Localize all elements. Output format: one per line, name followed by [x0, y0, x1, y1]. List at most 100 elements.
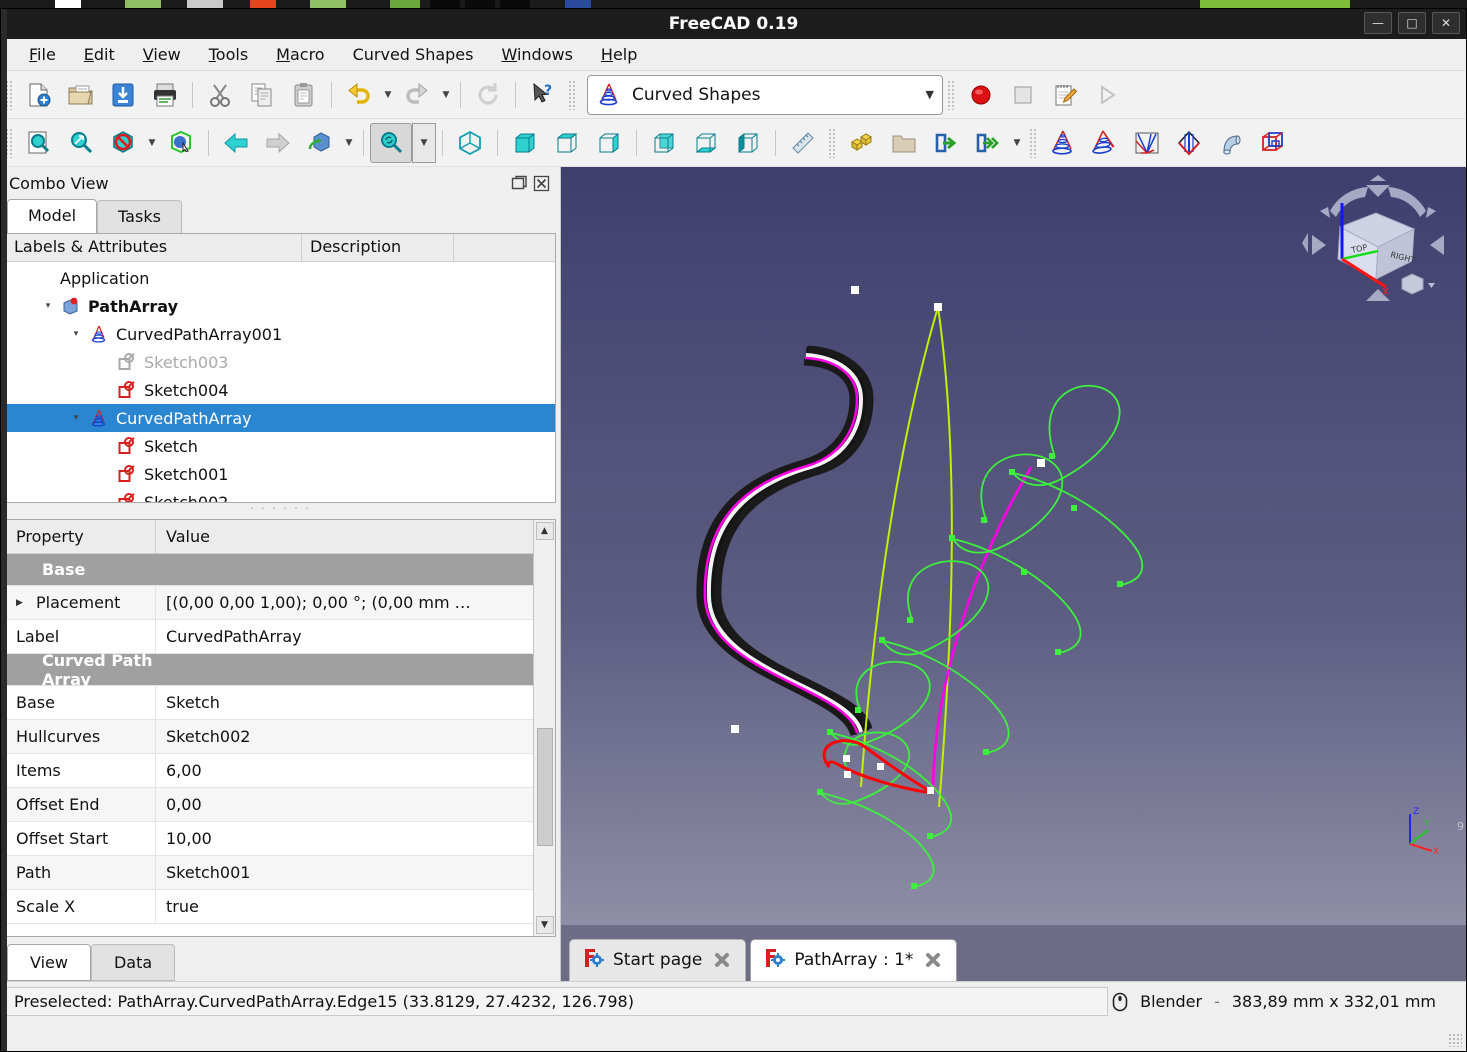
tab-tasks[interactable]: Tasks — [97, 200, 182, 233]
property-value-cell[interactable]: true — [156, 897, 533, 916]
property-row[interactable]: Path Sketch001 — [6, 856, 533, 890]
bottom-view-icon[interactable] — [685, 123, 727, 163]
tree-item-sketch003[interactable]: Sketch003 — [6, 348, 555, 376]
taskbar-item[interactable] — [465, 0, 495, 8]
close-button[interactable]: ✕ — [1432, 12, 1460, 34]
property-header-value[interactable]: Value — [156, 527, 533, 546]
property-row[interactable]: Label CurvedPathArray — [6, 620, 533, 654]
macro-edit-icon[interactable] — [1044, 75, 1086, 115]
menu-windows[interactable]: Windows — [487, 41, 586, 68]
surface-icon[interactable] — [1126, 123, 1168, 163]
front-view-icon[interactable] — [504, 123, 546, 163]
menu-view[interactable]: View — [129, 41, 195, 68]
menu-macro[interactable]: Macro — [262, 41, 338, 68]
zoom-dropdown-arrow[interactable]: ▼ — [412, 122, 436, 163]
tree-item-curvedpatharray[interactable]: ▾ CurvedPathArray — [6, 404, 555, 432]
float-panel-icon[interactable] — [508, 172, 530, 194]
std-view-back-icon[interactable] — [215, 123, 257, 163]
macro-execute-icon[interactable] — [1086, 75, 1128, 115]
maximize-button[interactable]: □ — [1398, 12, 1426, 34]
paste-icon[interactable] — [283, 75, 325, 115]
tree-item-sketch[interactable]: Sketch — [6, 432, 555, 460]
redo-icon[interactable] — [396, 75, 438, 115]
tab-view[interactable]: View — [7, 944, 91, 981]
property-value-cell[interactable]: Sketch002 — [156, 727, 533, 746]
draw-style-dropdown-arrow[interactable]: ▼ — [144, 123, 160, 163]
workbench-selector[interactable]: Curved Shapes ▼ — [587, 74, 943, 115]
property-row[interactable]: Scale X true — [6, 890, 533, 924]
menu-tools[interactable]: Tools — [195, 41, 262, 68]
taskbar-item[interactable] — [55, 0, 81, 8]
taskbar-item[interactable] — [390, 0, 420, 8]
taskbar-item[interactable] — [310, 0, 346, 8]
curvedshapes-toolbar-grip[interactable] — [1029, 127, 1038, 158]
property-value-cell[interactable]: Sketch001 — [156, 863, 533, 882]
property-expand-icon[interactable]: ▶ — [16, 598, 30, 608]
taskbar-item[interactable] — [430, 0, 460, 8]
tab-model[interactable]: Model — [7, 199, 98, 233]
panel-splitter[interactable]: · · · · · · — [1, 503, 560, 515]
macro-toolbar-grip[interactable] — [947, 79, 956, 110]
property-header-name[interactable]: Property — [6, 520, 156, 553]
menu-curved-shapes[interactable]: Curved Shapes — [339, 41, 488, 68]
chevron-down-icon[interactable]: ▼ — [926, 88, 934, 101]
tree-expander-icon[interactable]: ▾ — [38, 301, 58, 311]
taskbar-item[interactable] — [500, 0, 530, 8]
structure-toolbar-grip[interactable] — [828, 127, 837, 158]
property-row[interactable]: Offset End 0,00 — [6, 788, 533, 822]
zoom-icon[interactable] — [370, 122, 412, 163]
refresh-icon[interactable] — [467, 75, 509, 115]
draw-style-icon[interactable] — [102, 123, 144, 163]
property-value-cell[interactable]: 10,00 — [156, 829, 533, 848]
create-group-icon[interactable] — [883, 123, 925, 163]
measure-icon[interactable] — [782, 123, 824, 163]
property-value-cell[interactable]: [(0,00 0,00 1,00); 0,00 °; (0,00 mm … — [156, 593, 533, 612]
property-value-cell[interactable]: 0,00 — [156, 795, 533, 814]
tree-item-sketch001[interactable]: Sketch001 — [6, 460, 555, 488]
create-part-icon[interactable] — [841, 123, 883, 163]
property-row[interactable]: Offset Start 10,00 — [6, 822, 533, 856]
std-view-forward-icon[interactable] — [257, 123, 299, 163]
property-value-cell[interactable]: 6,00 — [156, 761, 533, 780]
resize-grip[interactable] — [1448, 1033, 1462, 1047]
property-row[interactable]: ▶ Placement [(0,00 0,00 1,00); 0,00 °; (0,… — [6, 586, 533, 620]
taskbar-item[interactable] — [565, 0, 591, 8]
axonometric-dropdown-arrow[interactable]: ▼ — [341, 123, 357, 163]
freeze-display-icon[interactable] — [160, 123, 202, 163]
axonometric-icon[interactable] — [299, 123, 341, 163]
document-tab[interactable]: Start page — [569, 939, 747, 981]
property-value-cell[interactable]: Sketch — [156, 693, 533, 712]
make-sublink-icon[interactable] — [967, 123, 1009, 163]
taskbar-item[interactable] — [125, 0, 161, 8]
3d-viewport[interactable]: TOP RIGHT X Z Y X 9 Start page PathArray… — [561, 167, 1466, 981]
close-icon[interactable] — [922, 949, 944, 971]
close-icon[interactable] — [711, 949, 733, 971]
macro-stop-icon[interactable] — [1002, 75, 1044, 115]
top-view-icon[interactable] — [546, 123, 588, 163]
tree-expander-icon[interactable]: ▾ — [66, 329, 86, 339]
tree-expander-icon[interactable]: ▾ — [66, 413, 86, 423]
rear-view-icon[interactable] — [643, 123, 685, 163]
isometric-view-icon[interactable] — [449, 123, 491, 163]
make-link-icon[interactable] — [925, 123, 967, 163]
property-row[interactable]: Hullcurves Sketch002 — [6, 720, 533, 754]
menu-help[interactable]: Help — [587, 41, 651, 68]
menu-edit[interactable]: Edit — [70, 41, 129, 68]
tree-item-curvedpatharray001[interactable]: ▾ CurvedPathArray001 — [6, 320, 555, 348]
tree-item-sketch004[interactable]: Sketch004 — [6, 376, 555, 404]
tree-header-labels[interactable]: Labels & Attributes — [6, 234, 302, 261]
scroll-down-button[interactable]: ▼ — [535, 916, 554, 934]
property-scrollbar[interactable]: ▲ ▼ — [533, 520, 555, 936]
interpolated-middle-icon[interactable] — [1168, 123, 1210, 163]
curved-path-array-icon[interactable] — [1084, 123, 1126, 163]
undo-icon[interactable] — [338, 75, 380, 115]
close-panel-icon[interactable] — [530, 172, 552, 194]
notch-icon[interactable] — [1252, 123, 1294, 163]
tree-item-patharray[interactable]: ▾ PathArray — [6, 292, 555, 320]
whats-this-icon[interactable]: ? — [522, 75, 564, 115]
curved-array-icon[interactable] — [1042, 123, 1084, 163]
tree-item-application[interactable]: Application — [6, 264, 555, 292]
fit-all-icon[interactable] — [18, 123, 60, 163]
tab-data[interactable]: Data — [90, 944, 176, 981]
navigation-cube[interactable]: TOP RIGHT X — [1302, 175, 1454, 315]
